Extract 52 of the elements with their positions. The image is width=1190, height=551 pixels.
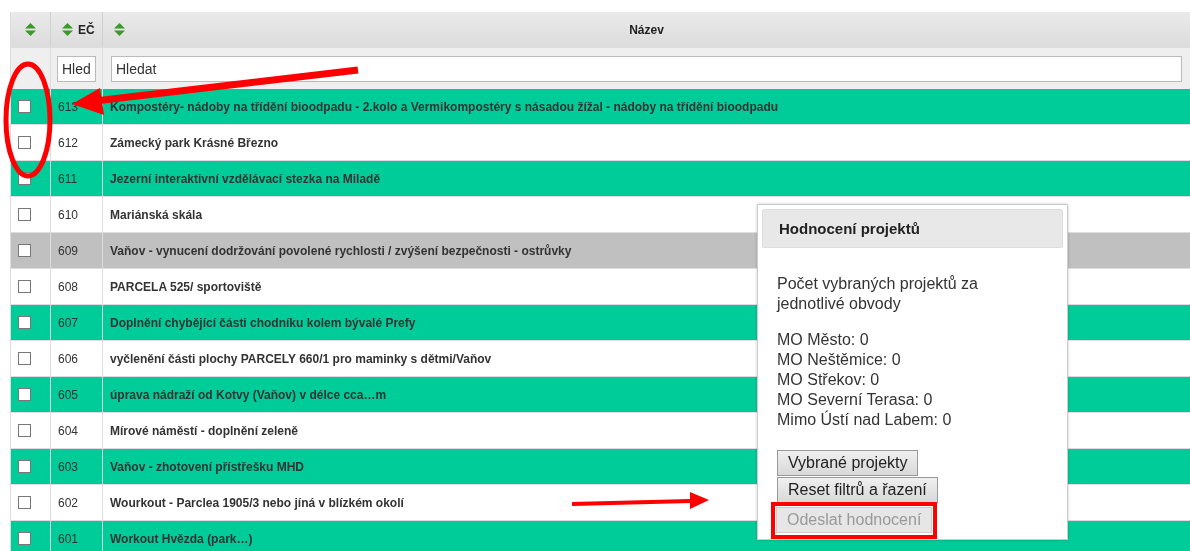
project-name: Kompostéry- nádoby na třídění bioodpadu - 2.kolo a Vermikompostéry s násadou žížal - nádoby na třídění bioodpadu	[110, 99, 779, 114]
table-row[interactable]: 613 Kompostéry- nádoby na třídění bioodpadu - 2.kolo a Vermikompostéry s násadou žížal - nádoby na třídění bioodpadu	[11, 89, 1190, 125]
search-field[interactable]: Hledat	[111, 55, 1182, 82]
row-checkbox[interactable]	[18, 316, 31, 329]
project-name: Vaňov - vynucení dodržování povolené rychlosti / zvýšení bezpečnosti - ostrůvky	[110, 243, 572, 258]
project-number: 602	[58, 495, 79, 510]
sort-icon[interactable]	[62, 23, 73, 36]
project-number: 605	[58, 387, 79, 402]
project-name: Zámecký park Krásné Březno	[110, 135, 279, 150]
project-number: 604	[58, 423, 79, 438]
project-name: vyčlenění části plochy PARCELY 660/1 pro maminky s dětmi/Vaňov	[110, 351, 492, 366]
row-checkbox[interactable]	[18, 352, 31, 365]
project-name: Doplnění chybějící části chodníku kolem bývalé Prefy	[110, 315, 416, 330]
project-number: 601	[58, 531, 79, 546]
row-checkbox[interactable]	[18, 100, 31, 113]
project-number: 610	[58, 207, 79, 222]
row-checkbox[interactable]	[18, 280, 31, 293]
row-checkbox[interactable]	[18, 424, 31, 437]
column-header[interactable]: Název	[103, 22, 1190, 37]
project-name: PARCELA 525/ sportoviště	[110, 279, 262, 294]
project-name: Jezerní interaktivní vzdělávací stezka na Miladě	[110, 171, 381, 186]
row-checkbox[interactable]	[18, 388, 31, 401]
table-row[interactable]: 611 Jezerní interaktivní vzdělávací stezka na Miladě	[11, 161, 1190, 197]
sort-icon[interactable]	[114, 23, 125, 36]
panel-button[interactable]: Vybrané projekty	[777, 450, 919, 476]
project-number: 612	[58, 135, 79, 150]
project-number: 613	[58, 99, 79, 114]
project-name: Wourkout - Parclea 1905/3 nebo jíná v blízkém okolí	[110, 495, 404, 510]
row-checkbox[interactable]	[18, 460, 31, 473]
project-number: 609	[58, 243, 79, 258]
project-name: Mírové náměstí - doplnění zeleně	[110, 423, 299, 438]
panel-button[interactable]: Reset filtrů a řazení	[777, 477, 938, 503]
district-count: MO Neštěmice: 0	[777, 350, 902, 370]
district-count: Mimo Ústí nad Labem: 0	[777, 410, 953, 430]
project-name: Workout Hvězda (park…)	[110, 531, 253, 546]
column-header[interactable]: EČ	[78, 22, 95, 37]
project-number: 608	[58, 279, 79, 294]
row-checkbox[interactable]	[18, 532, 31, 545]
project-number: 607	[58, 315, 79, 330]
project-number: 603	[58, 459, 79, 474]
row-checkbox[interactable]	[18, 208, 31, 221]
project-name: Mariánská skála	[110, 207, 203, 222]
search-field[interactable]: Hled	[57, 55, 96, 82]
project-name: Vaňov - zhotovení přístřešku MHD	[110, 459, 305, 474]
project-number: 611	[58, 171, 78, 186]
row-checkbox[interactable]	[18, 136, 31, 149]
project-name: úprava nádraží od Kotvy (Vaňov) v délce cca…m	[110, 387, 387, 402]
sort-icon[interactable]	[25, 23, 36, 36]
project-number: 606	[58, 351, 79, 366]
row-checkbox[interactable]	[18, 496, 31, 509]
row-checkbox[interactable]	[18, 244, 31, 257]
district-count: MO Severní Terasa: 0	[777, 390, 934, 410]
